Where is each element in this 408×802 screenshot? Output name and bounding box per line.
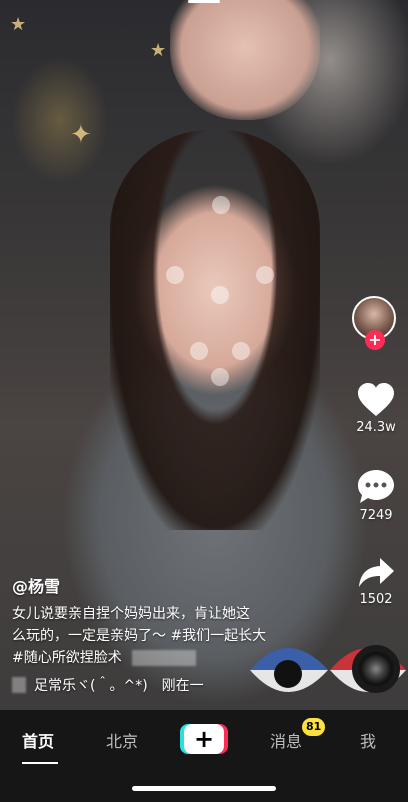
face-control-dot[interactable] <box>212 196 230 214</box>
hashtag[interactable]: #随心所欲捏脸术 <box>12 650 122 666</box>
music-note-icon <box>12 677 26 693</box>
face-control-dot[interactable] <box>256 266 274 284</box>
like-count: 24.3w <box>356 420 396 435</box>
face-control-dot[interactable] <box>211 368 229 386</box>
nav-me[interactable]: 我 <box>360 728 376 752</box>
face-control-dot[interactable] <box>232 342 250 360</box>
blurred-text <box>132 650 197 666</box>
star-decoration: ★ <box>10 14 27 35</box>
face-control-dot[interactable] <box>211 286 229 304</box>
star-decoration: ★ <box>150 40 167 61</box>
active-tab-indicator <box>22 762 58 764</box>
comment-count: 7249 <box>359 508 393 523</box>
star-decoration: ✦ <box>70 120 92 150</box>
face-control-dot[interactable] <box>166 266 184 284</box>
follow-plus-icon[interactable]: + <box>365 330 385 350</box>
nav-messages[interactable]: 消息 <box>270 728 302 752</box>
comment-button[interactable]: 7249 <box>350 468 402 523</box>
share-count: 1502 <box>359 592 393 607</box>
face-control-dot[interactable] <box>190 342 208 360</box>
author-avatar-group[interactable]: + <box>352 296 398 356</box>
share-button[interactable]: 1502 <box>350 556 402 607</box>
share-arrow-icon <box>359 558 394 587</box>
video-child-figure <box>170 0 320 120</box>
nav-home[interactable]: 首页 <box>22 728 54 752</box>
create-video-button[interactable]: + <box>180 724 228 754</box>
messages-badge: 81 <box>302 718 326 736</box>
nav-city[interactable]: 北京 <box>106 728 138 752</box>
home-indicator <box>132 786 276 791</box>
comment-icon <box>358 470 394 503</box>
heart-icon <box>358 383 394 416</box>
like-button[interactable]: 24.3w <box>350 382 402 435</box>
music-title: 足常乐ヾ(＾。^*) 刚在一 <box>34 678 204 694</box>
status-indicator <box>188 0 220 3</box>
video-woman-figure <box>110 130 320 530</box>
username[interactable]: @杨雪 <box>12 573 322 597</box>
music-disc-icon[interactable] <box>352 645 400 693</box>
caption-line: 女儿说要亲自捏个妈妈出来，肯让她这 <box>12 606 250 622</box>
plus-icon: + <box>184 724 224 754</box>
